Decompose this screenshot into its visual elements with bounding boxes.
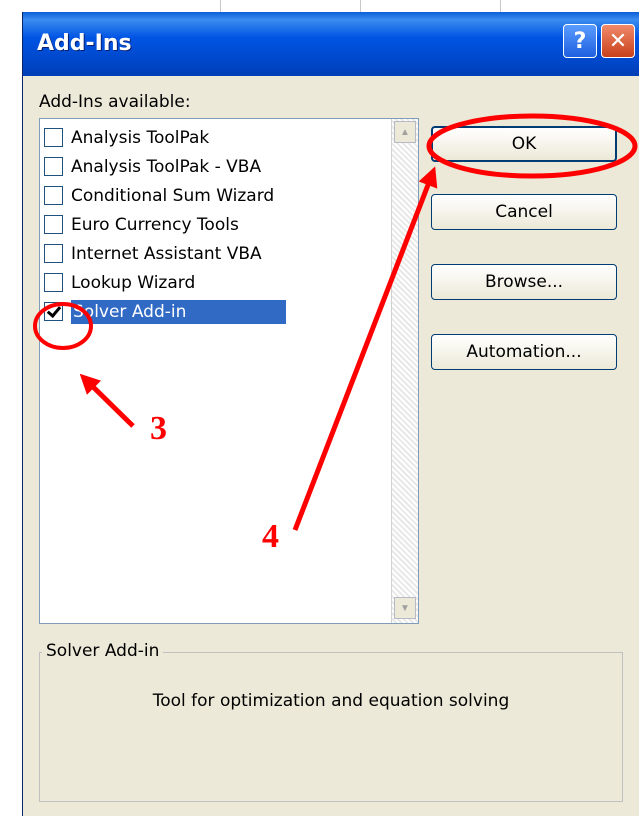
list-item-solver-add-in[interactable]: Solver Add-in (42, 297, 287, 326)
add-ins-list[interactable]: Analysis ToolPak Analysis ToolPak - VBA … (39, 118, 419, 624)
item-label: Solver Add-in (71, 299, 287, 324)
item-label: Conditional Sum Wizard (71, 185, 275, 206)
automation-button[interactable]: Automation... (431, 334, 617, 370)
item-label: Euro Currency Tools (71, 214, 239, 235)
step-3-label: 3 (150, 410, 167, 447)
list-item-internet-assistant-vba[interactable]: Internet Assistant VBA (42, 239, 262, 268)
help-button[interactable]: ? (563, 24, 597, 58)
add-ins-dialog: Add-Ins ? ✕ Add-Ins available: Analysis … (22, 12, 639, 816)
scroll-down-arrow-icon[interactable]: ▼ (394, 597, 416, 619)
item-label: Lookup Wizard (71, 272, 196, 293)
help-icon: ? (573, 28, 587, 54)
checkbox[interactable] (44, 215, 63, 234)
checkbox[interactable] (44, 186, 63, 205)
list-scrollbar[interactable]: ▲ ▼ (391, 119, 418, 623)
spreadsheet-grid (22, 0, 639, 12)
list-item-euro-currency-tools[interactable]: Euro Currency Tools (42, 210, 239, 239)
checkbox[interactable] (44, 128, 63, 147)
dialog-title: Add-Ins (37, 31, 132, 56)
item-label: Analysis ToolPak - VBA (71, 156, 262, 177)
list-item-analysis-toolpak-vba[interactable]: Analysis ToolPak - VBA (42, 152, 261, 181)
list-item-conditional-sum-wizard[interactable]: Conditional Sum Wizard (42, 181, 274, 210)
checkbox-checked[interactable] (44, 302, 63, 321)
checkbox[interactable] (44, 157, 63, 176)
close-button[interactable]: ✕ (601, 24, 635, 58)
description-group: Solver Add-in Tool for optimization and … (39, 641, 623, 802)
description-text: Tool for optimization and equation solvi… (152, 691, 510, 711)
item-label: Internet Assistant VBA (71, 243, 262, 264)
add-ins-available-label: Add-Ins available: (39, 92, 191, 112)
step-4-label: 4 (262, 518, 279, 555)
list-item-analysis-toolpak[interactable]: Analysis ToolPak (42, 123, 209, 152)
list-item-lookup-wizard[interactable]: Lookup Wizard (42, 268, 195, 297)
close-icon: ✕ (608, 28, 628, 54)
spreadsheet-background (0, 0, 23, 816)
ok-button[interactable]: OK (431, 126, 617, 162)
checkbox[interactable] (44, 273, 63, 292)
description-title: Solver Add-in (42, 641, 164, 661)
title-bar: Add-Ins ? ✕ (23, 12, 639, 76)
item-label: Analysis ToolPak (71, 127, 210, 148)
cancel-button[interactable]: Cancel (431, 194, 617, 230)
browse-button[interactable]: Browse... (431, 264, 617, 300)
scroll-up-arrow-icon[interactable]: ▲ (394, 121, 416, 143)
checkbox[interactable] (44, 244, 63, 263)
